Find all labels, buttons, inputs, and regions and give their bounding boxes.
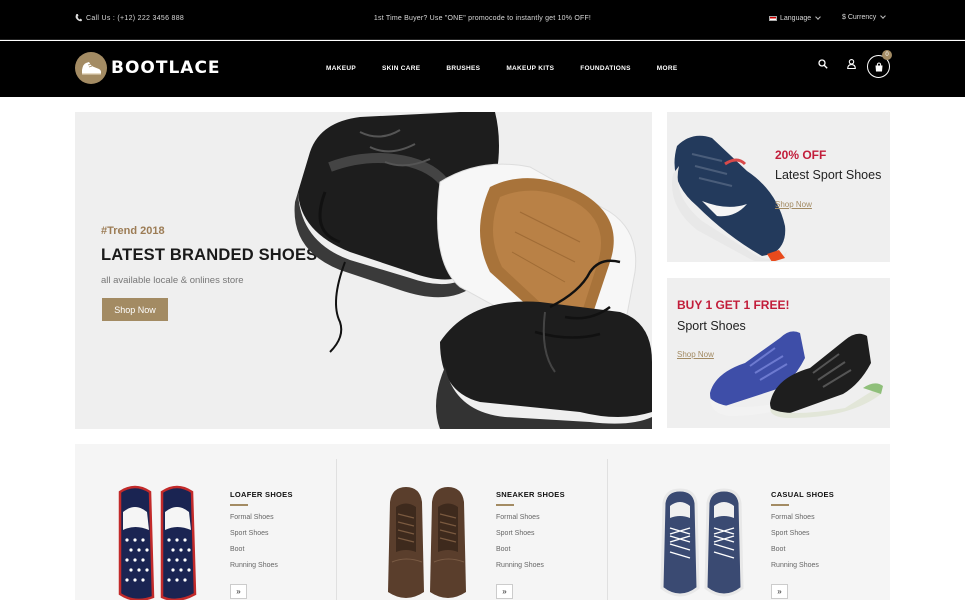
running-shoes-image — [710, 331, 883, 418]
view-more-button[interactable]: » — [496, 584, 513, 599]
chevron-down-icon — [815, 14, 821, 20]
main-nav: MAKEUP SKIN CARE BRUSHES MAKEUP KITS FOU… — [326, 65, 677, 72]
category-loafer-shoes: LOAFER SHOES Formal Shoes Sport Shoes Bo… — [75, 444, 337, 600]
offer-text: 20% OFF — [775, 148, 827, 162]
category-casual-shoes: CASUAL SHOES Formal Shoes Sport Shoes Bo… — [608, 444, 890, 600]
search-icon[interactable] — [817, 58, 829, 70]
hero-shop-now-button[interactable]: Shop Now — [102, 298, 168, 321]
language-selector[interactable]: Language — [769, 14, 821, 22]
view-more-button[interactable]: » — [230, 584, 247, 599]
hero-banner[interactable]: #Trend 2018 LATEST BRANDED SHOES all ava… — [75, 112, 652, 429]
category-link[interactable]: Sport Shoes — [230, 530, 269, 537]
currency-selector[interactable]: $ Currency — [842, 13, 887, 21]
title-underline — [230, 504, 248, 506]
hero-subtitle: all available locale & onlines store — [101, 275, 244, 286]
category-link[interactable]: Running Shoes — [771, 562, 819, 569]
logo[interactable]: BOOTLACE — [75, 52, 221, 84]
category-link[interactable]: Boot — [496, 546, 510, 553]
nav-item-makeup-kits[interactable]: MAKEUP KITS — [506, 65, 554, 72]
brand-name: BOOTLACE — [111, 58, 221, 78]
view-more-button[interactable]: » — [771, 584, 788, 599]
top-bar: Call Us : (+12) 222 3456 888 1st Time Bu… — [0, 0, 965, 40]
nav-item-skin-care[interactable]: SKIN CARE — [382, 65, 420, 72]
category-link[interactable]: Formal Shoes — [230, 514, 274, 521]
category-link[interactable]: Running Shoes — [230, 562, 278, 569]
user-icon[interactable] — [845, 58, 857, 70]
category-link[interactable]: Sport Shoes — [771, 530, 810, 537]
cart-button[interactable]: 0 — [867, 50, 892, 78]
category-strip: LOAFER SHOES Formal Shoes Sport Shoes Bo… — [75, 444, 890, 600]
hero-shoes-image — [294, 112, 652, 429]
cart-count-badge: 0 — [882, 50, 892, 60]
logo-shoe-icon — [75, 52, 107, 84]
category-link[interactable]: Boot — [771, 546, 785, 553]
sport-shoe-image — [672, 135, 787, 261]
category-link[interactable]: Running Shoes — [496, 562, 544, 569]
nav-item-more[interactable]: MORE — [657, 65, 678, 72]
category-sneaker-shoes: SNEAKER SHOES Formal Shoes Sport Shoes B… — [337, 444, 608, 600]
category-link[interactable]: Sport Shoes — [496, 530, 535, 537]
hero-title: LATEST BRANDED SHOES — [101, 246, 318, 264]
hero-tag: #Trend 2018 — [101, 225, 165, 237]
title-underline — [496, 504, 514, 506]
category-link[interactable]: Boot — [230, 546, 244, 553]
category-title[interactable]: CASUAL SHOES — [771, 490, 834, 499]
banner-title: Latest Sport Shoes — [775, 168, 882, 182]
nav-item-foundations[interactable]: FOUNDATIONS — [580, 65, 630, 72]
chevron-down-icon — [880, 13, 887, 19]
main-header: BOOTLACE MAKEUP SKIN CARE BRUSHES MAKEUP… — [0, 41, 965, 97]
sneaker-shoes-image — [388, 487, 466, 598]
category-title[interactable]: LOAFER SHOES — [230, 490, 293, 499]
shop-now-link[interactable]: Shop Now — [775, 200, 812, 209]
title-underline — [771, 504, 789, 506]
category-title[interactable]: SNEAKER SHOES — [496, 490, 565, 499]
casual-shoes-image — [660, 488, 744, 597]
currency-label: $ Currency — [842, 14, 877, 21]
header-icons — [817, 58, 857, 70]
promo-banner-sport-shoes[interactable]: 20% OFF Latest Sport Shoes Shop Now — [667, 112, 890, 262]
nav-item-brushes[interactable]: BRUSHES — [446, 65, 480, 72]
category-link[interactable]: Formal Shoes — [496, 514, 540, 521]
offer-text: BUY 1 GET 1 FREE! — [677, 298, 790, 312]
promo-banner-bogo[interactable]: BUY 1 GET 1 FREE! Sport Shoes Shop Now — [667, 278, 890, 428]
language-label: Language — [780, 15, 812, 22]
nav-item-makeup[interactable]: MAKEUP — [326, 65, 356, 72]
loafer-shoes-image — [118, 485, 197, 600]
bag-icon — [875, 61, 882, 71]
category-link[interactable]: Formal Shoes — [771, 514, 815, 521]
flag-icon — [769, 16, 777, 21]
